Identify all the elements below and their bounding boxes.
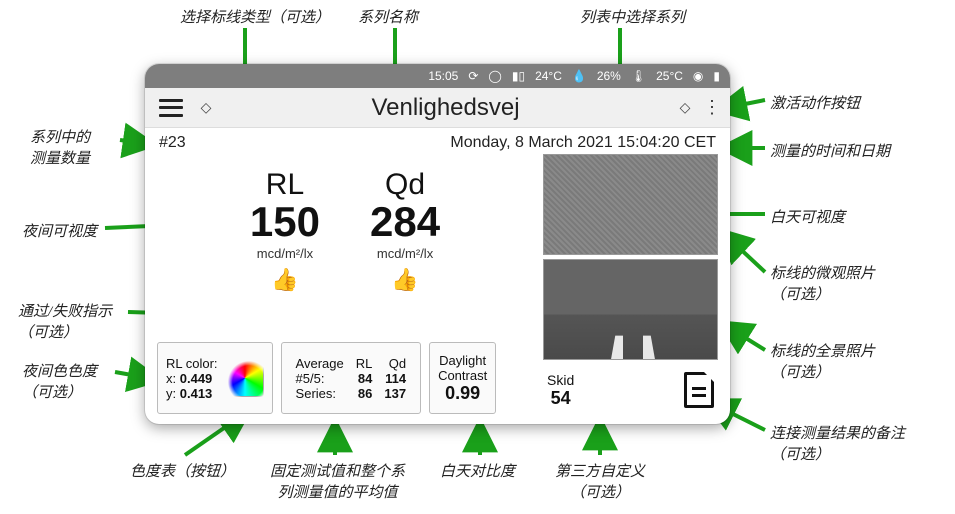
anno-micro-photo: 标线的微观照片 （可选） [770,262,875,304]
avg-r1-rl: 84 [350,371,379,386]
anno-activate-action: 激活动作按钮 [770,92,860,113]
marking-type-selector[interactable]: ◇ [191,99,221,116]
daylight-l2: Contrast [438,368,487,383]
anno-select-marking-type: 选择标线类型（可选） [180,6,330,27]
rlcolor-x-label: x: [166,371,176,386]
avg-hdr-1: Average [290,356,350,371]
rlcolor-y-label: y: [166,386,176,401]
location-icon: ◯ [488,69,501,83]
rl-color-box: RL color: x: 0.449 y: 0.413 [157,342,273,414]
rl-reading: RL 150 mcd/m²/lx 👍 [250,168,320,342]
averages-box: Average RL Qd #5/5: 84 114 Series: 86 [281,342,422,414]
daylight-value: 0.99 [438,383,487,404]
avg-hdr-2: RL [350,356,379,371]
anno-datetime: 测量的时间和日期 [770,140,890,161]
signal-icon: ▮▯ [512,69,525,83]
anno-pano-photo: 标线的全景照片 （可选） [770,340,875,382]
device-screen: 15:05 ⟳ ◯ ▮▯ 24°C 💧 26% 🌡 25°C ◉ ▮ ◇ Ven… [145,64,730,424]
subheader: #23 Monday, 8 March 2021 15:04:20 CET [145,128,730,154]
micro-photo[interactable] [543,154,718,255]
skid-box: Skid 54 [547,372,574,409]
avg-r2-rl: 86 [350,386,379,401]
anno-count: 系列中的 测量数量 [30,126,90,168]
photo-column: Skid 54 [543,154,718,414]
notes-icon[interactable] [684,372,714,408]
rlcolor-title: RL color: [166,356,218,371]
statusbar-time: 15:05 [428,69,458,83]
refresh-icon: ⟳ [468,69,478,83]
skid-label: Skid [547,372,574,388]
gps-icon: ◉ [693,69,703,83]
qd-value: 284 [370,198,440,246]
anno-thirdparty: 第三方自定义 （可选） [555,460,645,502]
qd-label: Qd [370,168,440,202]
anno-night-vis: 夜间可视度 [22,220,97,241]
anno-series-name: 系列名称 [358,6,418,27]
ext-temp: 24°C [535,69,562,83]
measurement-datetime: Monday, 8 March 2021 15:04:20 CET [450,134,716,152]
rl-pass-icon: 👍 [250,267,320,293]
anno-daylight: 白天对比度 [440,460,515,481]
panorama-photo[interactable] [543,259,718,360]
humidity-icon: 💧 [572,69,587,83]
anno-select-series: 列表中选择系列 [580,6,685,27]
series-title: Venlighedsvej [221,94,670,122]
anno-night-chroma: 夜间色色度 （可选） [22,360,97,402]
daylight-contrast-box: Daylight Contrast 0.99 [429,342,496,414]
anno-chroma-btn: 色度表（按钮） [130,460,235,481]
humidity-value: 26% [597,69,621,83]
skid-value: 54 [547,388,574,409]
qd-reading: Qd 284 mcd/m²/lx 👍 [370,168,440,342]
avg-r1-qd: 114 [378,371,412,386]
daylight-l1: Daylight [438,353,487,368]
header-bar: ◇ Venlighedsvej ◇ ⋮ [145,88,730,128]
avg-r2-label: Series: [290,386,350,401]
avg-r1-label: #5/5: [290,371,350,386]
rl-unit: mcd/m²/lx [250,246,320,261]
avg-hdr-3: Qd [378,356,412,371]
avg-r2-qd: 137 [378,386,412,401]
anno-day-visibility: 白天可视度 [770,206,845,227]
rl-label: RL [250,168,320,202]
series-list-selector[interactable]: ◇ [670,99,700,116]
anno-averages: 固定测试值和整个系 列测量值的平均值 [270,460,405,502]
overflow-menu-icon[interactable]: ⋮ [700,97,724,118]
battery-icon: ▮ [713,69,720,83]
rl-value: 150 [250,198,320,246]
int-temp: 25°C [656,69,683,83]
thermo-icon: 🌡 [631,69,646,83]
rlcolor-x: 0.449 [180,371,213,386]
menu-icon[interactable] [159,99,183,117]
anno-notes: 连接测量结果的备注 （可选） [770,422,905,464]
qd-unit: mcd/m²/lx [370,246,440,261]
measurement-index: #23 [159,134,186,152]
chromaticity-button[interactable] [226,359,264,397]
qd-pass-icon: 👍 [370,267,440,293]
anno-passfail: 通过/失败指示 （可选） [18,300,112,342]
rlcolor-y: 0.413 [180,386,213,401]
android-statusbar: 15:05 ⟳ ◯ ▮▯ 24°C 💧 26% 🌡 25°C ◉ ▮ [145,64,730,88]
